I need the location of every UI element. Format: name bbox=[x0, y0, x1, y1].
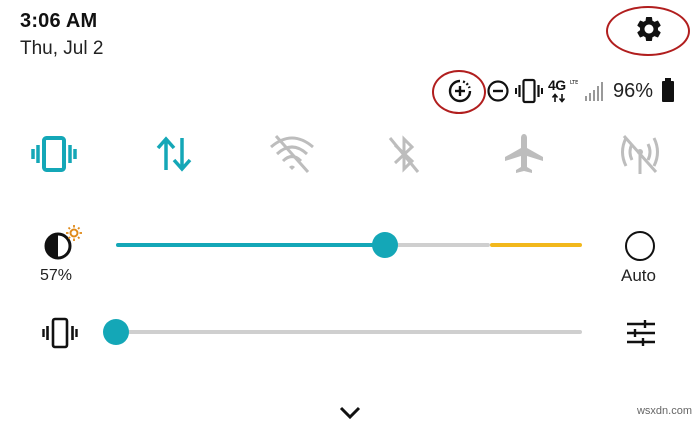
volume-slider-thumb[interactable] bbox=[103, 319, 129, 345]
signal-icon bbox=[584, 80, 608, 102]
wifi-off-icon bbox=[270, 135, 314, 173]
tile-hotspot[interactable] bbox=[616, 130, 664, 178]
brightness-slider-track[interactable] bbox=[386, 243, 490, 247]
airplane-icon bbox=[505, 134, 543, 173]
bluetooth-off-icon bbox=[388, 135, 420, 173]
clock-time: 3:06 AM bbox=[20, 10, 98, 32]
tile-wifi[interactable] bbox=[268, 130, 316, 178]
battery-icon bbox=[661, 77, 675, 103]
auto-brightness-circle-icon bbox=[625, 231, 655, 261]
brightness-percent: 57% bbox=[40, 267, 73, 284]
brightness-high-range bbox=[490, 243, 582, 247]
watermark-text: wsxdn.com bbox=[636, 405, 692, 417]
data-arrows-icon bbox=[156, 136, 192, 172]
tile-vibrate[interactable] bbox=[30, 130, 78, 178]
battery-percent: 96% bbox=[613, 80, 654, 102]
vibrate-icon bbox=[515, 78, 543, 104]
do-not-disturb-icon bbox=[486, 79, 510, 103]
date-text: Thu, Jul 2 bbox=[20, 38, 104, 59]
settings-gear-icon[interactable] bbox=[634, 14, 664, 44]
4g-lte-icon: 4G LTE bbox=[548, 77, 580, 105]
auto-brightness-label: Auto bbox=[621, 266, 656, 285]
network-type-label: 4G bbox=[548, 77, 566, 93]
svg-text:LTE: LTE bbox=[570, 80, 578, 86]
tile-bluetooth[interactable] bbox=[380, 130, 428, 178]
tile-airplane-mode[interactable] bbox=[500, 130, 548, 178]
brightness-slider-fill bbox=[116, 243, 386, 247]
brightness-slider-thumb[interactable] bbox=[372, 232, 398, 258]
volume-slider-track[interactable] bbox=[116, 330, 582, 334]
tile-mobile-data[interactable] bbox=[150, 130, 198, 178]
vibrate-icon bbox=[31, 136, 77, 172]
data-saver-icon bbox=[447, 78, 473, 104]
hotspot-off-icon bbox=[621, 135, 659, 174]
auto-brightness-toggle[interactable] bbox=[624, 230, 656, 262]
vibrate-volume-icon[interactable] bbox=[42, 316, 78, 350]
expand-chevron-down-icon[interactable] bbox=[338, 405, 362, 421]
brightness-icon[interactable] bbox=[42, 224, 82, 264]
sound-settings-icon[interactable] bbox=[626, 320, 656, 346]
